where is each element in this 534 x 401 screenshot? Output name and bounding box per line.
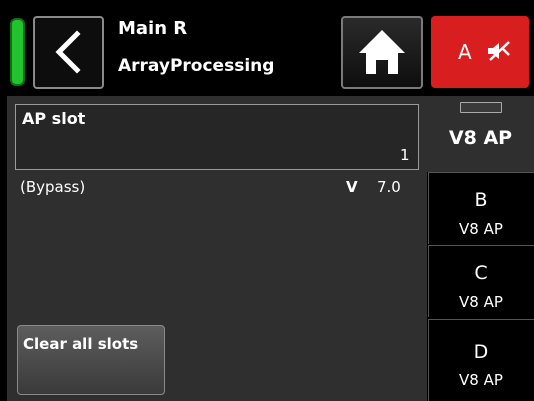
- tab-slot-b-letter: B: [474, 189, 488, 211]
- ap-slot-label: AP slot: [22, 109, 86, 128]
- page-title: ArrayProcessing: [118, 56, 275, 76]
- tab-slot-d-label: V8 AP: [459, 371, 503, 389]
- chevron-left-icon: [55, 30, 81, 74]
- clear-all-slots-label: Clear all slots: [23, 335, 139, 353]
- mute-channel-label: A: [458, 40, 472, 64]
- speaker-muted-icon: [488, 41, 510, 61]
- version-prefix: V: [346, 178, 358, 196]
- tab-slot-d-letter: D: [473, 341, 489, 363]
- bypass-status: (Bypass): [20, 178, 86, 196]
- tab-slot-c-label: V8 AP: [459, 293, 503, 311]
- home-icon: [359, 30, 405, 74]
- ap-slot-value: 1: [400, 146, 410, 164]
- tab-slot-a-label: V8 AP: [448, 127, 513, 149]
- home-button[interactable]: [341, 16, 423, 89]
- tab-slot-c-letter: C: [474, 262, 488, 284]
- back-button[interactable]: [33, 16, 104, 89]
- version-value: 7.0: [377, 178, 401, 196]
- mute-button[interactable]: [431, 16, 529, 88]
- device-name: Main R: [118, 18, 188, 39]
- tab-slot-b-label: V8 AP: [459, 220, 503, 238]
- slot-indicator-icon: [460, 102, 502, 113]
- status-led: [10, 18, 25, 86]
